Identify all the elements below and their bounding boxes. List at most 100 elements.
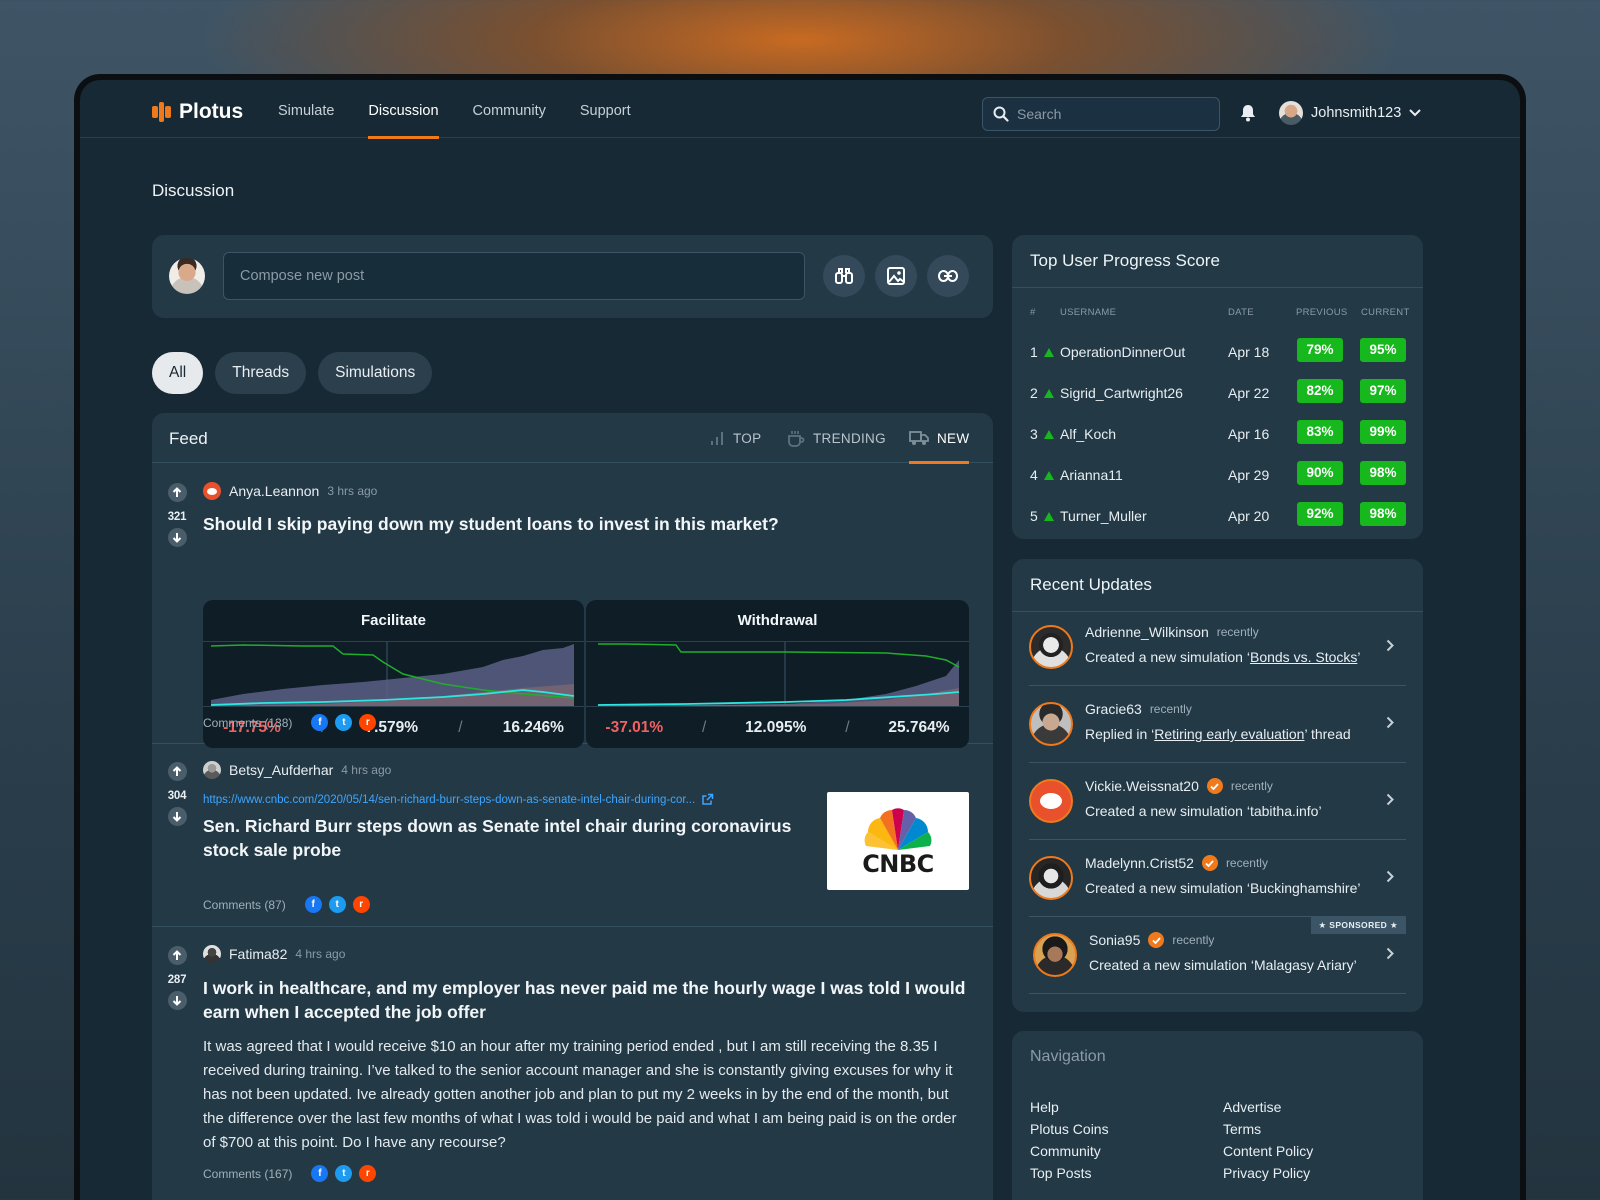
simulation-card[interactable]: Withdrawal -37.01% / 12.095% / 25.764%	[586, 600, 969, 748]
trend-up-icon	[1044, 430, 1054, 439]
update-user[interactable]: Madelynn.Crist52	[1085, 855, 1194, 871]
compose-box: Compose new post	[152, 235, 993, 318]
update-link[interactable]: Bonds vs. Stocks	[1250, 649, 1357, 665]
update-item[interactable]: Gracie63 recently Replied in ‘Retiring e…	[1029, 686, 1406, 763]
col-rank: #	[1030, 307, 1036, 318]
twitter-share-icon[interactable]: t	[328, 896, 346, 913]
divider: /	[458, 718, 463, 736]
arrow-down-icon	[172, 996, 182, 1006]
chevron-right-icon[interactable]	[1386, 716, 1394, 729]
update-user[interactable]: Sonia95	[1089, 932, 1140, 948]
nav-support[interactable]: Support	[580, 80, 631, 138]
twitter-share-icon[interactable]: t	[335, 714, 353, 731]
post-author[interactable]: Anya.Leannon	[229, 483, 319, 499]
comments-link[interactable]: Comments (87)	[203, 898, 286, 912]
downvote-button[interactable]	[167, 807, 187, 826]
comments-link[interactable]: Comments (138)	[203, 716, 292, 730]
update-header: Madelynn.Crist52 recently	[1085, 855, 1268, 871]
nav-link-advertise[interactable]: Advertise	[1223, 1099, 1403, 1115]
simulation-chart	[210, 642, 575, 706]
nav-link-help[interactable]: Help	[1030, 1099, 1223, 1115]
leaderboard-row[interactable]: 1 OperationDinnerOut Apr 18 79% 95%	[1012, 332, 1423, 373]
nav-link-privacy-policy[interactable]: Privacy Policy	[1223, 1165, 1403, 1181]
search-box[interactable]	[982, 97, 1220, 131]
facebook-share-icon[interactable]: f	[311, 714, 329, 731]
compose-input[interactable]: Compose new post	[223, 252, 805, 300]
simulation-attach-button[interactable]	[823, 255, 865, 297]
nav-link-content-policy[interactable]: Content Policy	[1223, 1143, 1403, 1159]
stat-mid: 12.095%	[745, 718, 807, 736]
update-text: Replied in ‘Retiring early evaluation’ t…	[1085, 726, 1351, 742]
leaderboard-row[interactable]: 4 Arianna11 Apr 29 90% 98%	[1012, 455, 1423, 496]
filter-threads[interactable]: Threads	[215, 352, 307, 394]
chevron-right-icon[interactable]	[1386, 870, 1394, 883]
update-time: recently	[1172, 933, 1215, 947]
update-user[interactable]: Adrienne_Wilkinson	[1085, 624, 1209, 640]
update-user[interactable]: Gracie63	[1085, 701, 1142, 717]
update-item-sponsored[interactable]: ★ SPONSORED ★ Sonia95 recently Created a…	[1029, 917, 1406, 994]
divider: /	[702, 718, 707, 736]
chevron-down-icon	[1409, 109, 1421, 117]
leaderboard-date: Apr 29	[1228, 467, 1270, 483]
divider: /	[845, 718, 850, 736]
update-item[interactable]: Adrienne_Wilkinson recently Created a ne…	[1029, 609, 1406, 686]
reddit-share-icon[interactable]: r	[352, 896, 370, 913]
post-author[interactable]: Betsy_Aufderhar	[229, 762, 333, 778]
facebook-share-icon[interactable]: f	[311, 1165, 329, 1182]
chevron-right-icon[interactable]	[1386, 639, 1394, 652]
link-thumbnail[interactable]: CNBC	[827, 792, 969, 890]
update-item[interactable]: Vickie.Weissnat20 recently Created a new…	[1029, 763, 1406, 840]
post-title[interactable]: Sen. Richard Burr steps down as Senate i…	[203, 814, 803, 862]
nav-link-terms[interactable]: Terms	[1223, 1121, 1403, 1137]
chevron-right-icon[interactable]	[1386, 793, 1394, 806]
post-author[interactable]: Fatima82	[229, 946, 287, 962]
update-text-post: ’ thread	[1304, 726, 1351, 742]
update-header: Gracie63 recently	[1085, 701, 1192, 717]
leaderboard-row[interactable]: 3 Alf_Koch Apr 16 83% 99%	[1012, 414, 1423, 455]
leaderboard-row[interactable]: 2 Sigrid_Cartwright26 Apr 22 82% 97%	[1012, 373, 1423, 414]
upvote-button[interactable]	[167, 762, 187, 781]
user-menu[interactable]: Johnsmith123	[1279, 101, 1421, 125]
update-link[interactable]: Retiring early evaluation	[1154, 726, 1304, 742]
nav-link-community[interactable]: Community	[1030, 1143, 1223, 1159]
image-attach-button[interactable]	[875, 255, 917, 297]
facebook-share-icon[interactable]: f	[304, 896, 322, 913]
twitter-share-icon[interactable]: t	[335, 1165, 353, 1182]
update-item[interactable]: Madelynn.Crist52 recently Created a new …	[1029, 840, 1406, 917]
sort-trending[interactable]: TRENDING	[787, 413, 886, 463]
leaderboard-date: Apr 16	[1228, 426, 1270, 442]
search-input[interactable]	[1017, 106, 1197, 122]
reddit-share-icon[interactable]: r	[359, 1165, 377, 1182]
notifications-bell-icon[interactable]	[1240, 104, 1256, 127]
post-meta: Fatima82 4 hrs ago	[203, 945, 345, 963]
sort-top[interactable]: TOP	[709, 413, 761, 463]
update-text: Created a new simulation ‘Bonds vs. Stoc…	[1085, 649, 1361, 665]
upvote-button[interactable]	[167, 483, 187, 502]
comments-link[interactable]: Comments (167)	[203, 1167, 292, 1181]
filter-simulations[interactable]: Simulations	[318, 352, 433, 394]
nav-simulate[interactable]: Simulate	[278, 80, 334, 138]
post-link[interactable]: https://www.cnbc.com/2020/05/14/sen-rich…	[203, 793, 714, 806]
leaderboard-username: OperationDinnerOut	[1060, 344, 1186, 360]
nav-link-top-posts[interactable]: Top Posts	[1030, 1165, 1223, 1181]
reddit-share-icon[interactable]: r	[359, 714, 377, 731]
update-time: recently	[1230, 779, 1273, 793]
post-title[interactable]: I work in healthcare, and my employer ha…	[203, 976, 973, 1024]
sort-new[interactable]: NEW	[909, 413, 970, 464]
nav-community[interactable]: Community	[473, 80, 546, 138]
chevron-right-icon[interactable]	[1386, 947, 1394, 960]
leaderboard-title: Top User Progress Score	[1012, 235, 1423, 288]
update-user[interactable]: Vickie.Weissnat20	[1085, 778, 1199, 794]
col-username: USERNAME	[1060, 307, 1117, 318]
upvote-button[interactable]	[167, 946, 187, 965]
nav-link-plotus-coins[interactable]: Plotus Coins	[1030, 1121, 1223, 1137]
post-title[interactable]: Should I skip paying down my student loa…	[203, 512, 779, 536]
downvote-button[interactable]	[167, 528, 187, 547]
downvote-button[interactable]	[167, 991, 187, 1010]
link-attach-button[interactable]	[927, 255, 969, 297]
nav-discussion[interactable]: Discussion	[368, 80, 439, 139]
logo[interactable]: Plotus	[152, 100, 243, 124]
filter-all[interactable]: All	[152, 352, 204, 394]
leaderboard-row[interactable]: 5 Turner_Muller Apr 20 92% 98%	[1012, 496, 1423, 537]
update-text-post: ’	[1357, 649, 1361, 665]
